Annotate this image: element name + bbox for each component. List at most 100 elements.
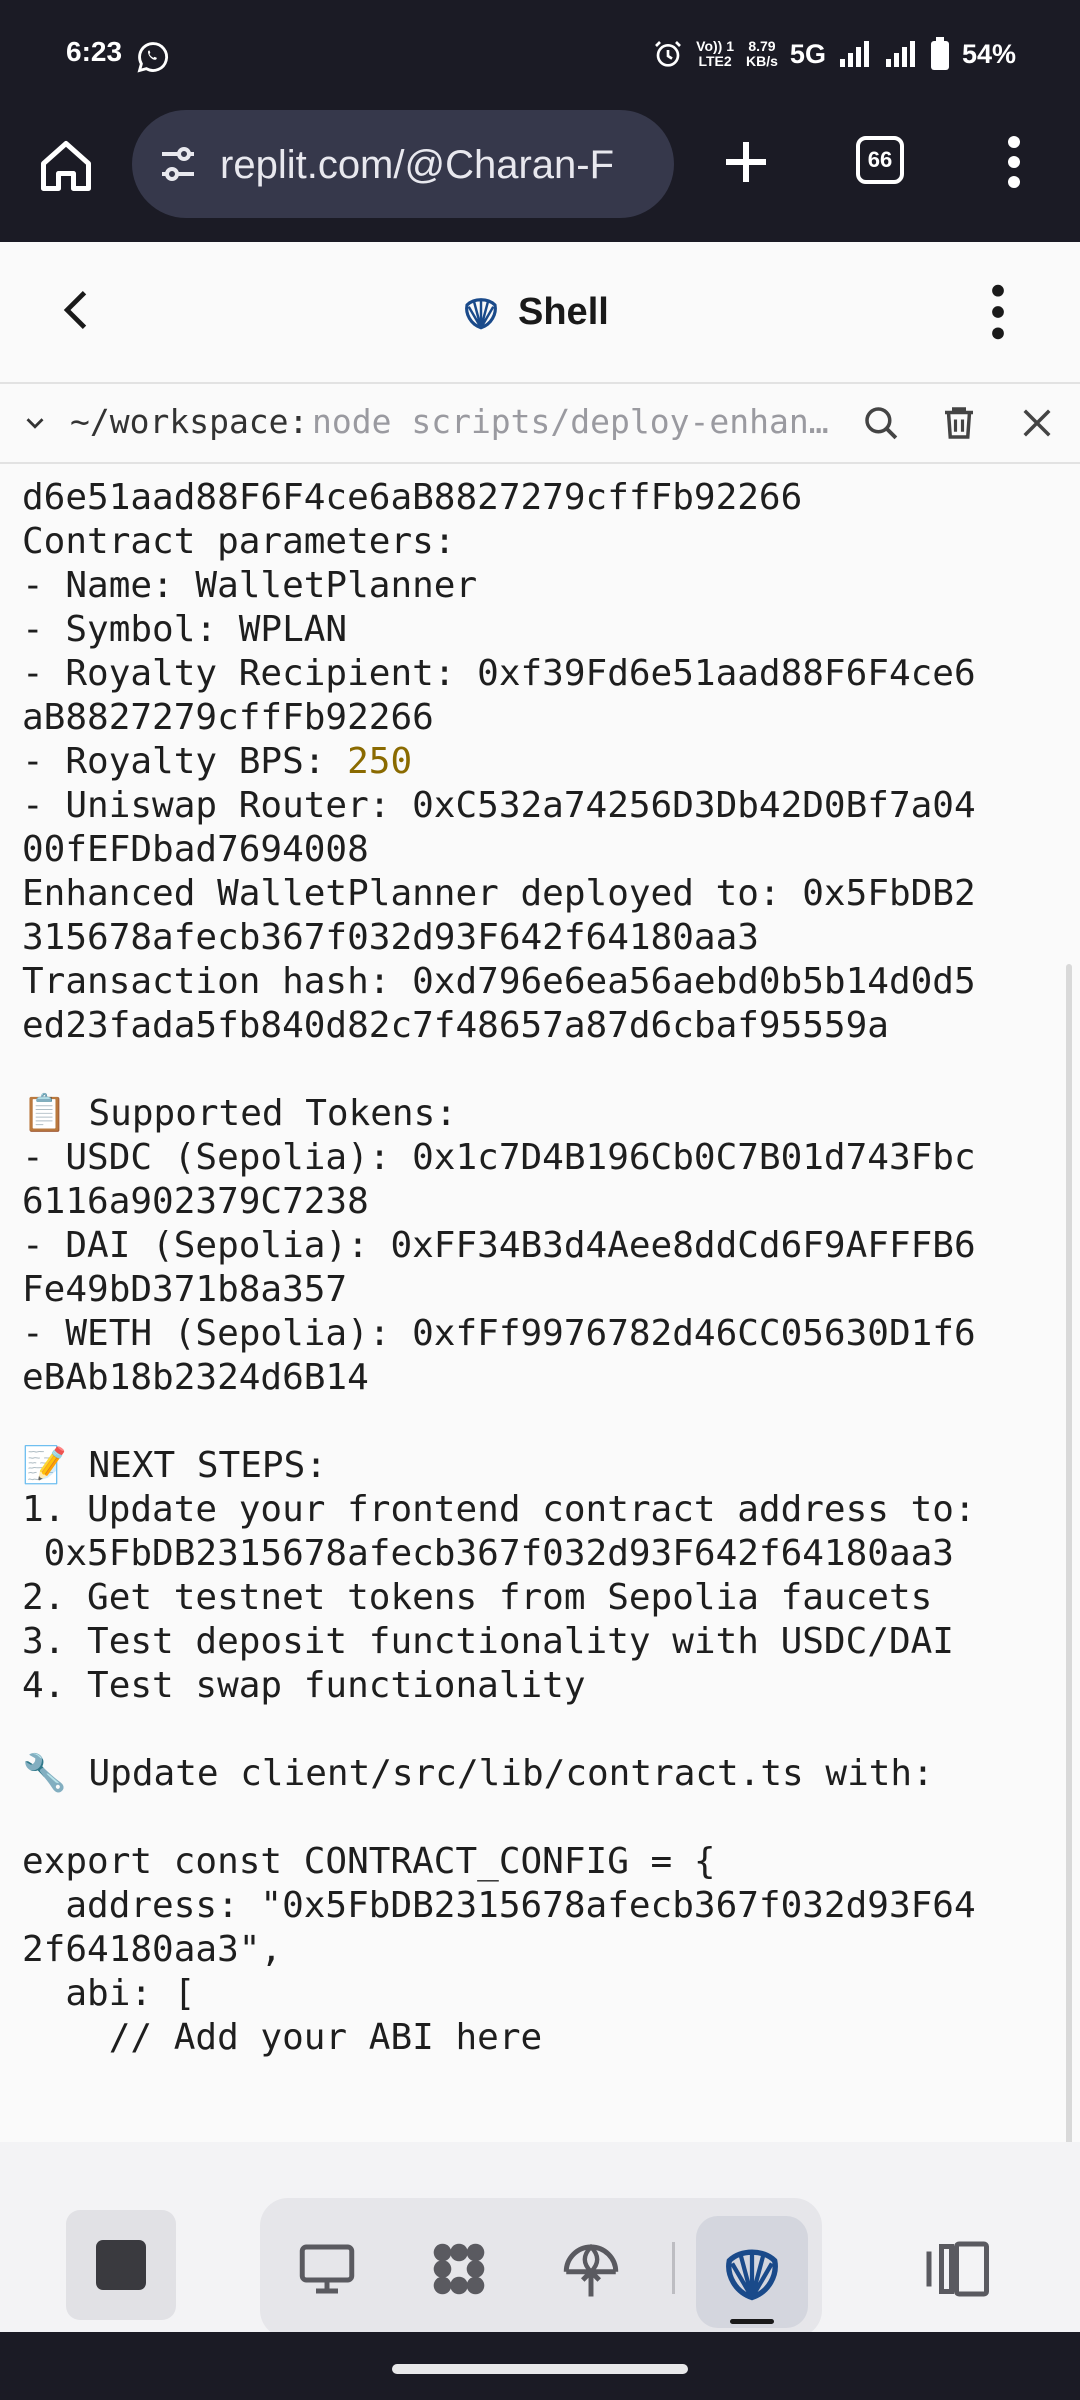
terminal-line-text: ed23fada5fb840d82c7f48657a87d6cbaf95559a [22,1005,889,1046]
terminal-line: 00fEFDbad7694008 [22,828,1052,872]
status-bar: 6:23 Vo)) 1 LTE2 8.79 KB/s 5G 54% [0,0,1080,110]
terminal-line-text: export const CONTRACT_CONFIG = { [22,1841,716,1882]
terminal-line-text: aB8827279cffFb92266 [22,697,434,738]
terminal-line: 0x5FbDB2315678afecb367f032d93F642f64180a… [22,1532,1052,1576]
site-settings-icon[interactable] [154,140,202,188]
terminal-line: - USDC (Sepolia): 0x1c7D4B196Cb0C7B01d74… [22,1136,1052,1180]
net-speed: 8.79 KB/s [746,39,778,69]
home-icon[interactable] [36,136,96,196]
terminal-line: 4. Test swap functionality [22,1664,1052,1708]
terminal-line: Fe49bD371b8a357 [22,1268,1052,1312]
panels-icon[interactable] [924,2238,994,2300]
terminal-line: 3. Test deposit functionality with USDC/… [22,1620,1052,1664]
terminal-line: 6116a902379C7238 [22,1180,1052,1224]
running-command: node scripts/deploy-enhanced-wallet-plan… [312,402,832,441]
terminal-line-text: 3. Test deposit functionality with USDC/… [22,1621,954,1662]
terminal-line: Enhanced WalletPlanner deployed to: 0x5F… [22,872,1052,916]
terminal-output[interactable]: d6e51aad88F6F4ce6aB8827279cffFb92266 Cont… [0,464,1080,2384]
terminal-line-text: Enhanced WalletPlanner deployed to: 0x5F… [22,873,976,914]
terminal-line-text: 4. Test swap functionality [22,1665,586,1706]
bottom-toolbar [0,2142,1080,2338]
terminal-line-text: 1. Update your frontend contract address… [22,1489,976,1530]
terminal-line-text: d6e51aad88F6F4ce6aB8827279cffFb92266 [22,477,803,518]
terminal-line-text: 2f64180aa3", [22,1929,283,1970]
volte-indicator: Vo)) 1 LTE2 [696,39,734,69]
chevron-down-icon[interactable] [20,408,50,438]
trash-icon[interactable] [938,402,980,444]
terminal-line-text: eBAb18b2324d6B14 [22,1357,369,1398]
active-tab-indicator [730,2319,774,2324]
terminal-scrollbar[interactable] [1066,964,1072,2284]
terminal-line: - Royalty Recipient: 0xf39Fd6e51aad88F6F… [22,652,1052,696]
stop-button[interactable] [66,2210,176,2320]
deployments-icon[interactable] [558,2236,624,2302]
terminal-line: - Uniswap Router: 0xC532a74256D3Db42D0Bf… [22,784,1052,828]
terminal-line: ed23fada5fb840d82c7f48657a87d6cbaf95559a [22,1004,1052,1048]
terminal-line: abi: [ [22,1972,1052,2016]
terminal-line: - Name: WalletPlanner [22,564,1052,608]
terminal-line-text: 00fEFDbad7694008 [22,829,369,870]
new-tab-icon[interactable] [716,132,776,192]
terminal-line: Contract parameters: [22,520,1052,564]
back-icon[interactable] [52,284,104,336]
status-icons: Vo)) 1 LTE2 8.79 KB/s 5G 54% [652,34,1016,74]
volte-bottom: LTE2 [698,53,732,69]
command-bar: ~/workspace: node scripts/deploy-enhance… [0,384,1080,464]
tab-switcher-button[interactable]: 66 [856,136,904,184]
system-navigation-bar [0,2332,1080,2400]
url-bar[interactable]: replit.com/@Charan-F [132,110,674,218]
terminal-line-text: Fe49bD371b8a357 [22,1269,348,1310]
signal-icon [839,41,869,67]
terminal-line: eBAb18b2324d6B14 [22,1356,1052,1400]
terminal-line-text: Contract parameters: [22,521,456,562]
terminal-line: - WETH (Sepolia): 0xfFf9976782d46CC05630… [22,1312,1052,1356]
terminal-line: 📝 NEXT STEPS: [22,1444,1052,1488]
search-icon[interactable] [860,402,902,444]
terminal-line-text: - Royalty Recipient: 0xf39Fd6e51aad88F6F… [22,653,976,694]
terminal-line: 315678afecb367f032d93F642f64180aa3 [22,916,1052,960]
workspace-icon[interactable] [426,2236,492,2302]
url-text[interactable]: replit.com/@Charan-F [220,140,660,190]
terminal-line: 2f64180aa3", [22,1928,1052,1972]
terminal-line-text: 📋 Supported Tokens: [22,1093,457,1134]
page-title: Shell [518,290,609,333]
shell-title-group: Shell [460,284,609,340]
shell-icon [726,2249,778,2301]
battery-percent: 54% [961,38,1016,69]
terminal-line-text: Transaction hash: 0xd796e6ea56aebd0b5b14… [22,961,976,1002]
home-gesture-pill[interactable] [392,2364,688,2374]
volte-top: Vo)) 1 [696,38,735,54]
app-header: Shell [0,242,1080,384]
webview-icon[interactable] [294,2236,360,2302]
terminal-line: d6e51aad88F6F4ce6aB8827279cffFb92266 [22,476,1052,520]
whatsapp-icon [137,42,168,73]
terminal-line-text: - Royalty BPS: [22,741,348,782]
shell-tab-button[interactable] [696,2216,808,2328]
terminal-line-text: - WETH (Sepolia): 0xfFf9976782d46CC05630… [22,1313,976,1354]
terminal-line: - Symbol: WPLAN [22,608,1052,652]
terminal-line: 1. Update your frontend contract address… [22,1488,1052,1532]
terminal-line-text: 📝 NEXT STEPS: [22,1445,327,1486]
network-type: 5G [789,38,826,69]
status-time: 6:23 [66,36,123,67]
terminal-line-text: // Add your ABI here [22,2017,543,2058]
terminal-line: 📋 Supported Tokens: [22,1092,1052,1136]
browser-toolbar: replit.com/@Charan-F 66 [0,110,1080,242]
menu-icon[interactable] [994,132,1034,192]
terminal-line-text: - Uniswap Router: 0xC532a74256D3Db42D0Bf… [22,785,976,826]
terminal-line: Transaction hash: 0xd796e6ea56aebd0b5b14… [22,960,1052,1004]
shell-icon [465,298,497,330]
terminal-line: aB8827279cffFb92266 [22,696,1052,740]
terminal-line-text: - Name: WalletPlanner [22,565,478,606]
close-icon[interactable] [1016,402,1058,444]
net-speed-unit: KB/s [746,53,778,69]
terminal-line: export const CONTRACT_CONFIG = { [22,1840,1052,1884]
signal-icon [885,41,915,67]
terminal-line-text: 315678afecb367f032d93F642f64180aa3 [22,917,759,958]
terminal-line-text: abi: [ [22,1973,196,2014]
more-options-icon[interactable] [974,280,1022,344]
